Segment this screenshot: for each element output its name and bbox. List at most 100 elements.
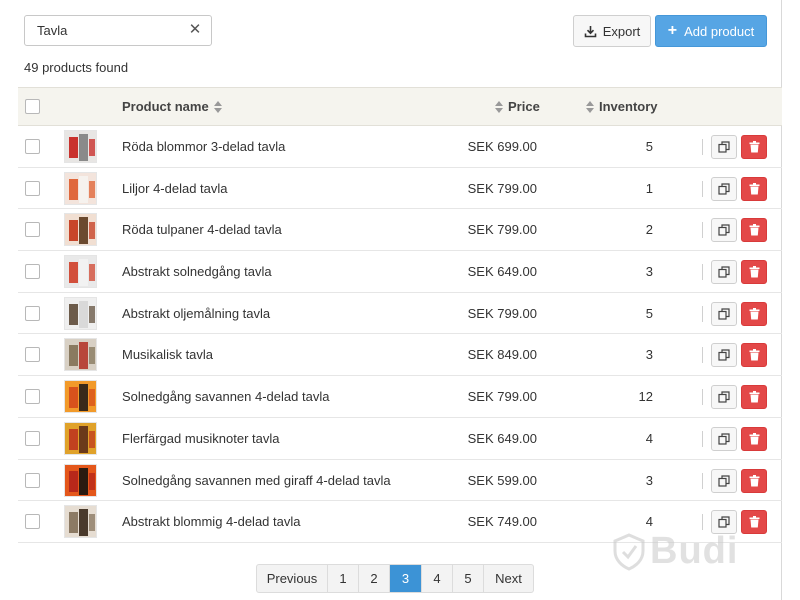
table-row[interactable]: Solnedgång savannen med giraff 4-delad t… xyxy=(18,460,782,502)
trash-icon xyxy=(749,474,759,486)
product-price: SEK 599.00 xyxy=(467,472,537,488)
duplicate-button[interactable] xyxy=(711,176,737,201)
pagination-page-3[interactable]: 3 xyxy=(389,565,421,592)
row-checkbox[interactable] xyxy=(25,430,40,446)
delete-button[interactable] xyxy=(741,301,767,326)
pagination-page-4[interactable]: 4 xyxy=(421,565,452,592)
trash-icon xyxy=(749,266,759,278)
duplicate-button[interactable] xyxy=(711,135,737,159)
sort-icon xyxy=(213,100,222,113)
trash-icon xyxy=(749,349,759,361)
delete-button[interactable] xyxy=(741,343,767,368)
table-row[interactable]: Abstrakt oljemålning tavla SEK 799.00 5 xyxy=(18,293,782,335)
product-name[interactable]: Röda blommor 3-delad tavla xyxy=(122,139,285,154)
divider xyxy=(702,347,703,364)
pagination-next[interactable]: Next xyxy=(483,565,533,592)
product-inventory: 1 xyxy=(645,180,653,196)
divider xyxy=(702,472,703,489)
product-thumbnail[interactable] xyxy=(64,213,97,247)
product-name[interactable]: Abstrakt oljemålning tavla xyxy=(122,306,270,321)
delete-button[interactable] xyxy=(741,176,767,201)
row-checkbox[interactable] xyxy=(25,514,40,530)
duplicate-button[interactable] xyxy=(711,385,737,410)
product-thumbnail[interactable] xyxy=(64,130,97,163)
delete-button[interactable] xyxy=(741,468,767,493)
delete-button[interactable] xyxy=(741,385,767,410)
sort-icon xyxy=(586,100,594,113)
duplicate-button[interactable] xyxy=(711,301,737,326)
product-name[interactable]: Liljor 4-delad tavla xyxy=(122,181,228,196)
product-thumbnail[interactable] xyxy=(64,421,97,455)
product-thumbnail[interactable] xyxy=(64,255,97,289)
export-button[interactable]: Export xyxy=(573,15,651,47)
product-price: SEK 649.00 xyxy=(467,264,537,280)
delete-button[interactable] xyxy=(741,426,767,451)
delete-button[interactable] xyxy=(741,218,767,243)
table-row[interactable]: Flerfärgad musiknoter tavla SEK 649.00 4 xyxy=(18,418,782,460)
product-name[interactable]: Flerfärgad musiknoter tavla xyxy=(122,431,280,446)
product-price: SEK 699.00 xyxy=(467,139,537,154)
product-inventory: 3 xyxy=(645,347,653,363)
product-thumbnail[interactable] xyxy=(64,338,97,372)
row-checkbox[interactable] xyxy=(25,222,40,238)
row-checkbox[interactable] xyxy=(25,347,40,363)
row-checkbox[interactable] xyxy=(25,305,40,321)
add-product-button[interactable]: + Add product xyxy=(655,15,767,47)
table-row[interactable]: Liljor 4-delad tavla SEK 799.00 1 xyxy=(18,168,782,210)
row-checkbox[interactable] xyxy=(25,389,40,405)
table-row[interactable]: Solnedgång savannen 4-delad tavla SEK 79… xyxy=(18,376,782,418)
divider xyxy=(702,430,703,447)
products-table: Product name Price Inventory Röda blommo… xyxy=(18,87,782,543)
pagination-previous[interactable]: Previous xyxy=(257,565,327,592)
select-all-checkbox[interactable] xyxy=(25,99,40,114)
product-name[interactable]: Abstrakt blommig 4-delad tavla xyxy=(122,514,300,529)
copy-icon xyxy=(718,516,730,528)
trash-icon xyxy=(749,516,759,528)
table-row[interactable]: Musikalisk tavla SEK 849.00 3 xyxy=(18,334,782,377)
duplicate-button[interactable] xyxy=(711,260,737,285)
product-thumbnail[interactable] xyxy=(64,171,97,205)
duplicate-button[interactable] xyxy=(711,468,737,493)
table-row[interactable]: Abstrakt solnedgång tavla SEK 649.00 3 xyxy=(18,251,782,293)
copy-icon xyxy=(718,391,730,403)
search-field[interactable]: ✕ xyxy=(24,15,212,46)
column-header-inventory[interactable]: Inventory xyxy=(586,99,658,114)
row-checkbox[interactable] xyxy=(25,180,40,196)
product-inventory: 12 xyxy=(638,389,653,405)
pagination-page-5[interactable]: 5 xyxy=(452,565,483,592)
close-icon[interactable]: ✕ xyxy=(187,22,203,38)
trash-icon xyxy=(749,182,759,195)
product-name[interactable]: Solnedgång savannen med giraff 4-delad t… xyxy=(122,473,391,488)
pagination-page-1[interactable]: 1 xyxy=(327,565,358,592)
delete-button[interactable] xyxy=(741,260,767,285)
duplicate-button[interactable] xyxy=(711,218,737,243)
product-name[interactable]: Abstrakt solnedgång tavla xyxy=(122,264,272,279)
plus-icon: + xyxy=(667,22,678,39)
copy-icon xyxy=(718,224,730,236)
product-thumbnail[interactable] xyxy=(64,380,97,414)
table-row[interactable]: Röda tulpaner 4-delad tavla SEK 799.00 2 xyxy=(18,209,782,252)
product-thumbnail[interactable] xyxy=(64,463,97,497)
column-header-price[interactable]: Price xyxy=(495,99,540,114)
duplicate-button[interactable] xyxy=(711,426,737,451)
product-name[interactable]: Musikalisk tavla xyxy=(122,347,213,362)
delete-button[interactable] xyxy=(741,510,767,535)
row-checkbox[interactable] xyxy=(25,264,40,280)
pagination-page-2[interactable]: 2 xyxy=(358,565,389,592)
product-name[interactable]: Röda tulpaner 4-delad tavla xyxy=(122,222,282,237)
product-thumbnail[interactable] xyxy=(64,296,97,330)
row-checkbox[interactable] xyxy=(25,472,40,488)
product-inventory: 4 xyxy=(645,514,653,530)
search-input[interactable] xyxy=(25,16,185,45)
delete-button[interactable] xyxy=(741,135,767,159)
product-price: SEK 749.00 xyxy=(467,514,537,530)
product-thumbnail[interactable] xyxy=(64,505,97,539)
product-name[interactable]: Solnedgång savannen 4-delad tavla xyxy=(122,389,329,404)
column-header-name[interactable]: Product name xyxy=(122,99,222,114)
product-price: SEK 849.00 xyxy=(467,347,537,363)
table-row[interactable]: Röda blommor 3-delad tavla SEK 699.00 5 xyxy=(18,126,782,168)
duplicate-button[interactable] xyxy=(711,343,737,368)
download-icon xyxy=(584,25,597,37)
row-checkbox[interactable] xyxy=(25,139,40,154)
divider xyxy=(702,139,703,155)
